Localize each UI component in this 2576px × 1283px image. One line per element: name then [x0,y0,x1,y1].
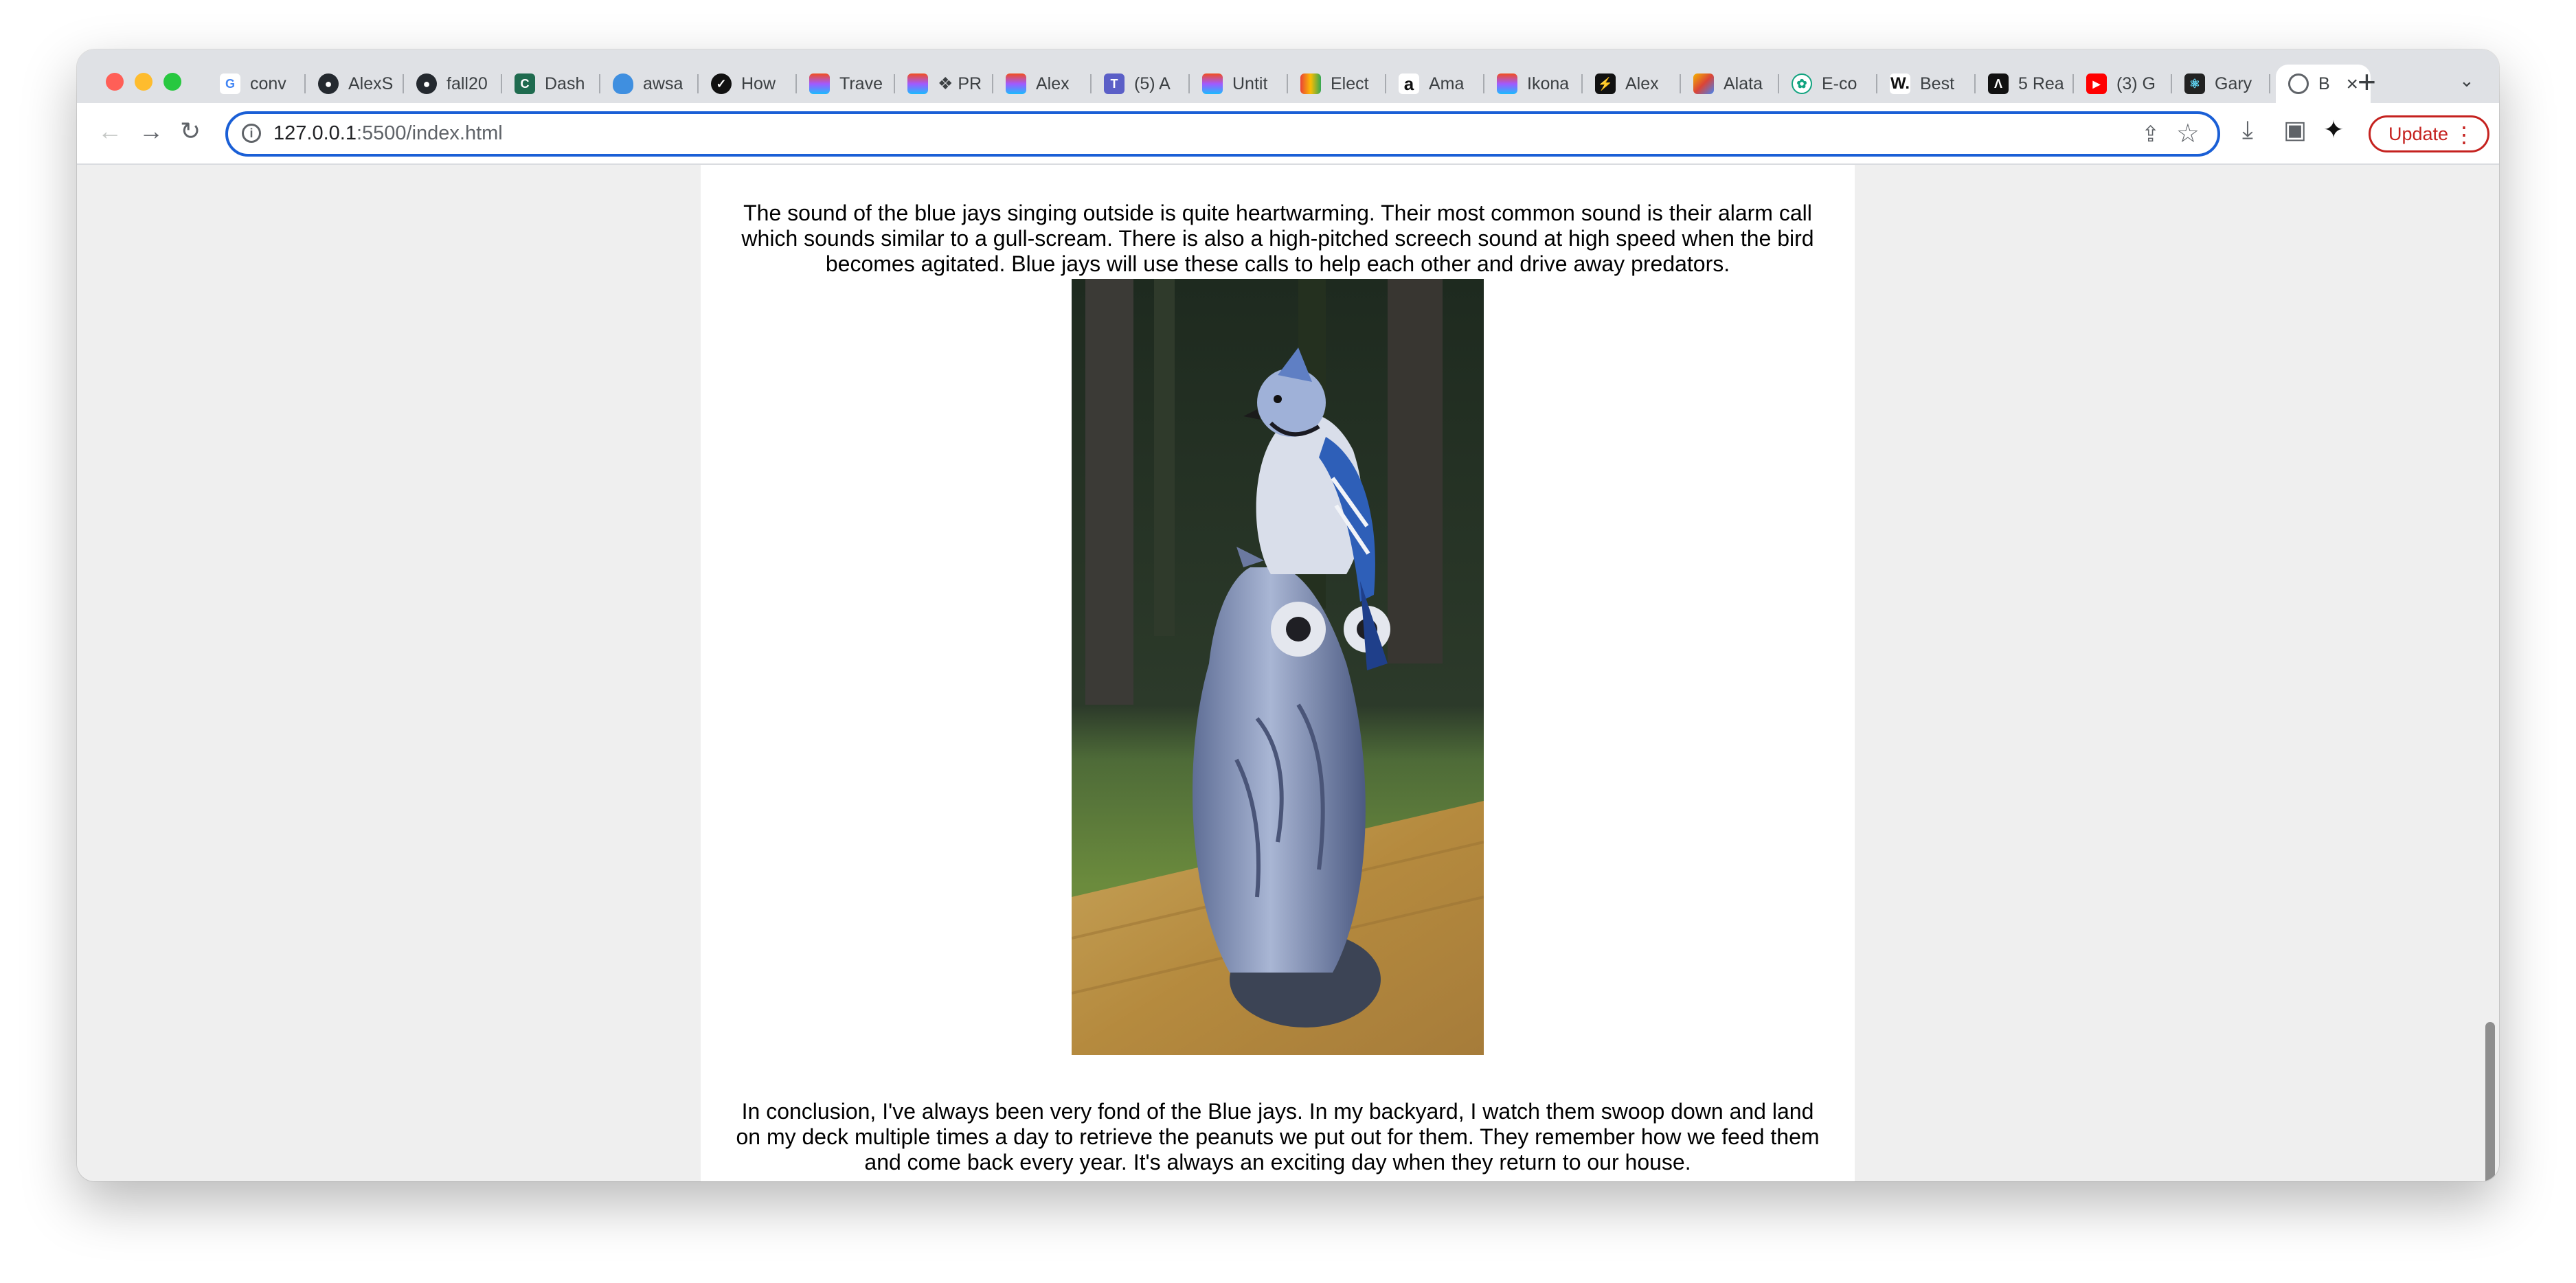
elect-icon [1300,73,1321,94]
chevron-down-icon[interactable]: ⌄ [2459,70,2474,91]
extension-icon[interactable]: ✦ [2323,115,2344,144]
info-icon[interactable]: i [242,124,261,143]
page-viewport: The sound of the blue jays singing outsi… [77,165,2499,1181]
tab-label: fall20 [447,73,488,93]
minimize-window-button[interactable] [135,73,152,91]
tab-20[interactable]: ⚛ Gary [2172,65,2270,103]
openai-icon: ✿ [1792,73,1812,94]
tab-label: ❖ PR [938,74,982,93]
scrollbar-thumb[interactable] [2485,1022,2495,1181]
update-label: Update [2388,123,2449,144]
article-icon: Λ [1988,73,2009,94]
figma-icon [1202,73,1223,94]
browser-window: Gconv ● AlexS ● fall20 C Dash awsa ✓ How Tra… [77,49,2499,1181]
tab-label: How [741,73,776,93]
tab-label: Untit [1232,73,1268,93]
tab-label: (5) A [1134,73,1171,93]
new-tab-button[interactable]: + [2358,63,2376,100]
tab-label: Alata [1724,73,1763,93]
tab-label: conv [250,73,286,93]
tab-16[interactable]: ✿ E-co [1779,65,1877,103]
blue-jay-owl-photo [1072,279,1484,1055]
back-button[interactable]: ← [98,117,122,146]
tab-17[interactable]: W. Best [1877,65,1976,103]
figma-icon [1497,73,1517,94]
tab-11[interactable]: Elect [1288,65,1386,103]
tab-9[interactable]: T (5) A [1092,65,1190,103]
google-icon: G [220,73,240,94]
share-icon[interactable]: ⇪ [2141,121,2160,147]
address-bar[interactable]: i 127.0.0.1:5500/index.html ⇪ ☆ [225,111,2220,157]
tab-0[interactable]: Gconv [207,65,306,103]
tab-list: Gconv ● AlexS ● fall20 C Dash awsa ✓ How Tra… [207,65,2371,103]
tab-14[interactable]: ⚡ Alex [1583,65,1681,103]
cloud-icon [613,73,633,94]
page-content: The sound of the blue jays singing outsi… [701,165,1855,1181]
how-icon: ✓ [711,73,732,94]
globe-icon [2288,73,2309,94]
url-host: 127.0.0.1 [273,122,357,144]
side-panel-icon[interactable]: ▣ [2283,115,2307,144]
more-menu-icon[interactable]: ⋮ [2453,122,2475,148]
tab-15[interactable]: Alata [1681,65,1779,103]
framer-icon: ⚡ [1595,73,1616,94]
bookmark-star-icon[interactable]: ☆ [2176,118,2200,149]
paragraph-blue-jay-sounds: The sound of the blue jays singing outsi… [741,201,1814,276]
update-button[interactable]: Update ⋮ [2369,115,2489,152]
figma-icon [809,73,830,94]
url-path: :5500/index.html [356,122,503,144]
zoom-window-button[interactable] [163,73,181,91]
amazon-icon: a [1399,73,1419,94]
tab-label: Best [1920,73,1955,93]
react-icon: ⚛ [2184,73,2205,94]
close-window-button[interactable] [106,73,124,91]
figma-icon [907,73,928,94]
tab-label: E-co [1822,73,1857,93]
tab-label: Alex [1036,73,1070,93]
alata-icon [1693,73,1714,94]
tab-5[interactable]: ✓ How [699,65,797,103]
tab-1[interactable]: ● AlexS [306,65,404,103]
tab-label: Ikona [1527,73,1570,93]
tab-label: AlexS [348,73,394,93]
tab-12[interactable]: a Ama [1386,65,1484,103]
tab-label: Ama [1429,73,1465,93]
tab-18[interactable]: Λ 5 Rea [1976,65,2074,103]
youtube-icon: ▶ [2086,73,2107,94]
close-tab-icon[interactable]: × [2346,73,2358,96]
tab-label: Gary [2215,73,2252,93]
tab-3[interactable]: C Dash [502,65,600,103]
reload-button[interactable]: ↻ [180,117,201,146]
tab-label: B [2318,73,2330,93]
download-icon[interactable]: ⤓ [2242,115,2253,145]
tab-label: Dash [545,73,585,93]
tab-strip: Gconv ● AlexS ● fall20 C Dash awsa ✓ How Tra… [77,49,2499,111]
url-text[interactable]: 127.0.0.1:5500/index.html [273,122,503,145]
tab-13[interactable]: Ikona [1484,65,1583,103]
github-icon: ● [416,73,437,94]
tab-7[interactable]: ❖ PR [895,65,993,103]
tab-label: awsa [643,73,683,93]
photo-illustration [1072,279,1484,1055]
tab-label: Elect [1331,73,1369,93]
tab-10[interactable]: Untit [1190,65,1288,103]
tab-label: 5 Rea [2018,73,2064,93]
teams-icon: T [1104,73,1125,94]
webflow-icon: W. [1890,73,1910,94]
tab-8[interactable]: Alex [993,65,1092,103]
tab-2[interactable]: ● fall20 [404,65,502,103]
tab-label: Trave [839,73,883,93]
tab-19[interactable]: ▶ (3) G [2074,65,2172,103]
tab-4[interactable]: awsa [600,65,699,103]
tab-6[interactable]: Trave [797,65,895,103]
paragraph-conclusion: In conclusion, I've always been very fon… [736,1099,1820,1174]
tab-active[interactable]: B × [2276,65,2371,103]
tab-label: (3) G [2116,73,2156,93]
tab-label: Alex [1625,73,1659,93]
figma-icon [1006,73,1026,94]
github-icon: ● [318,73,339,94]
dash-icon: C [515,73,535,94]
forward-button[interactable]: → [139,117,163,146]
